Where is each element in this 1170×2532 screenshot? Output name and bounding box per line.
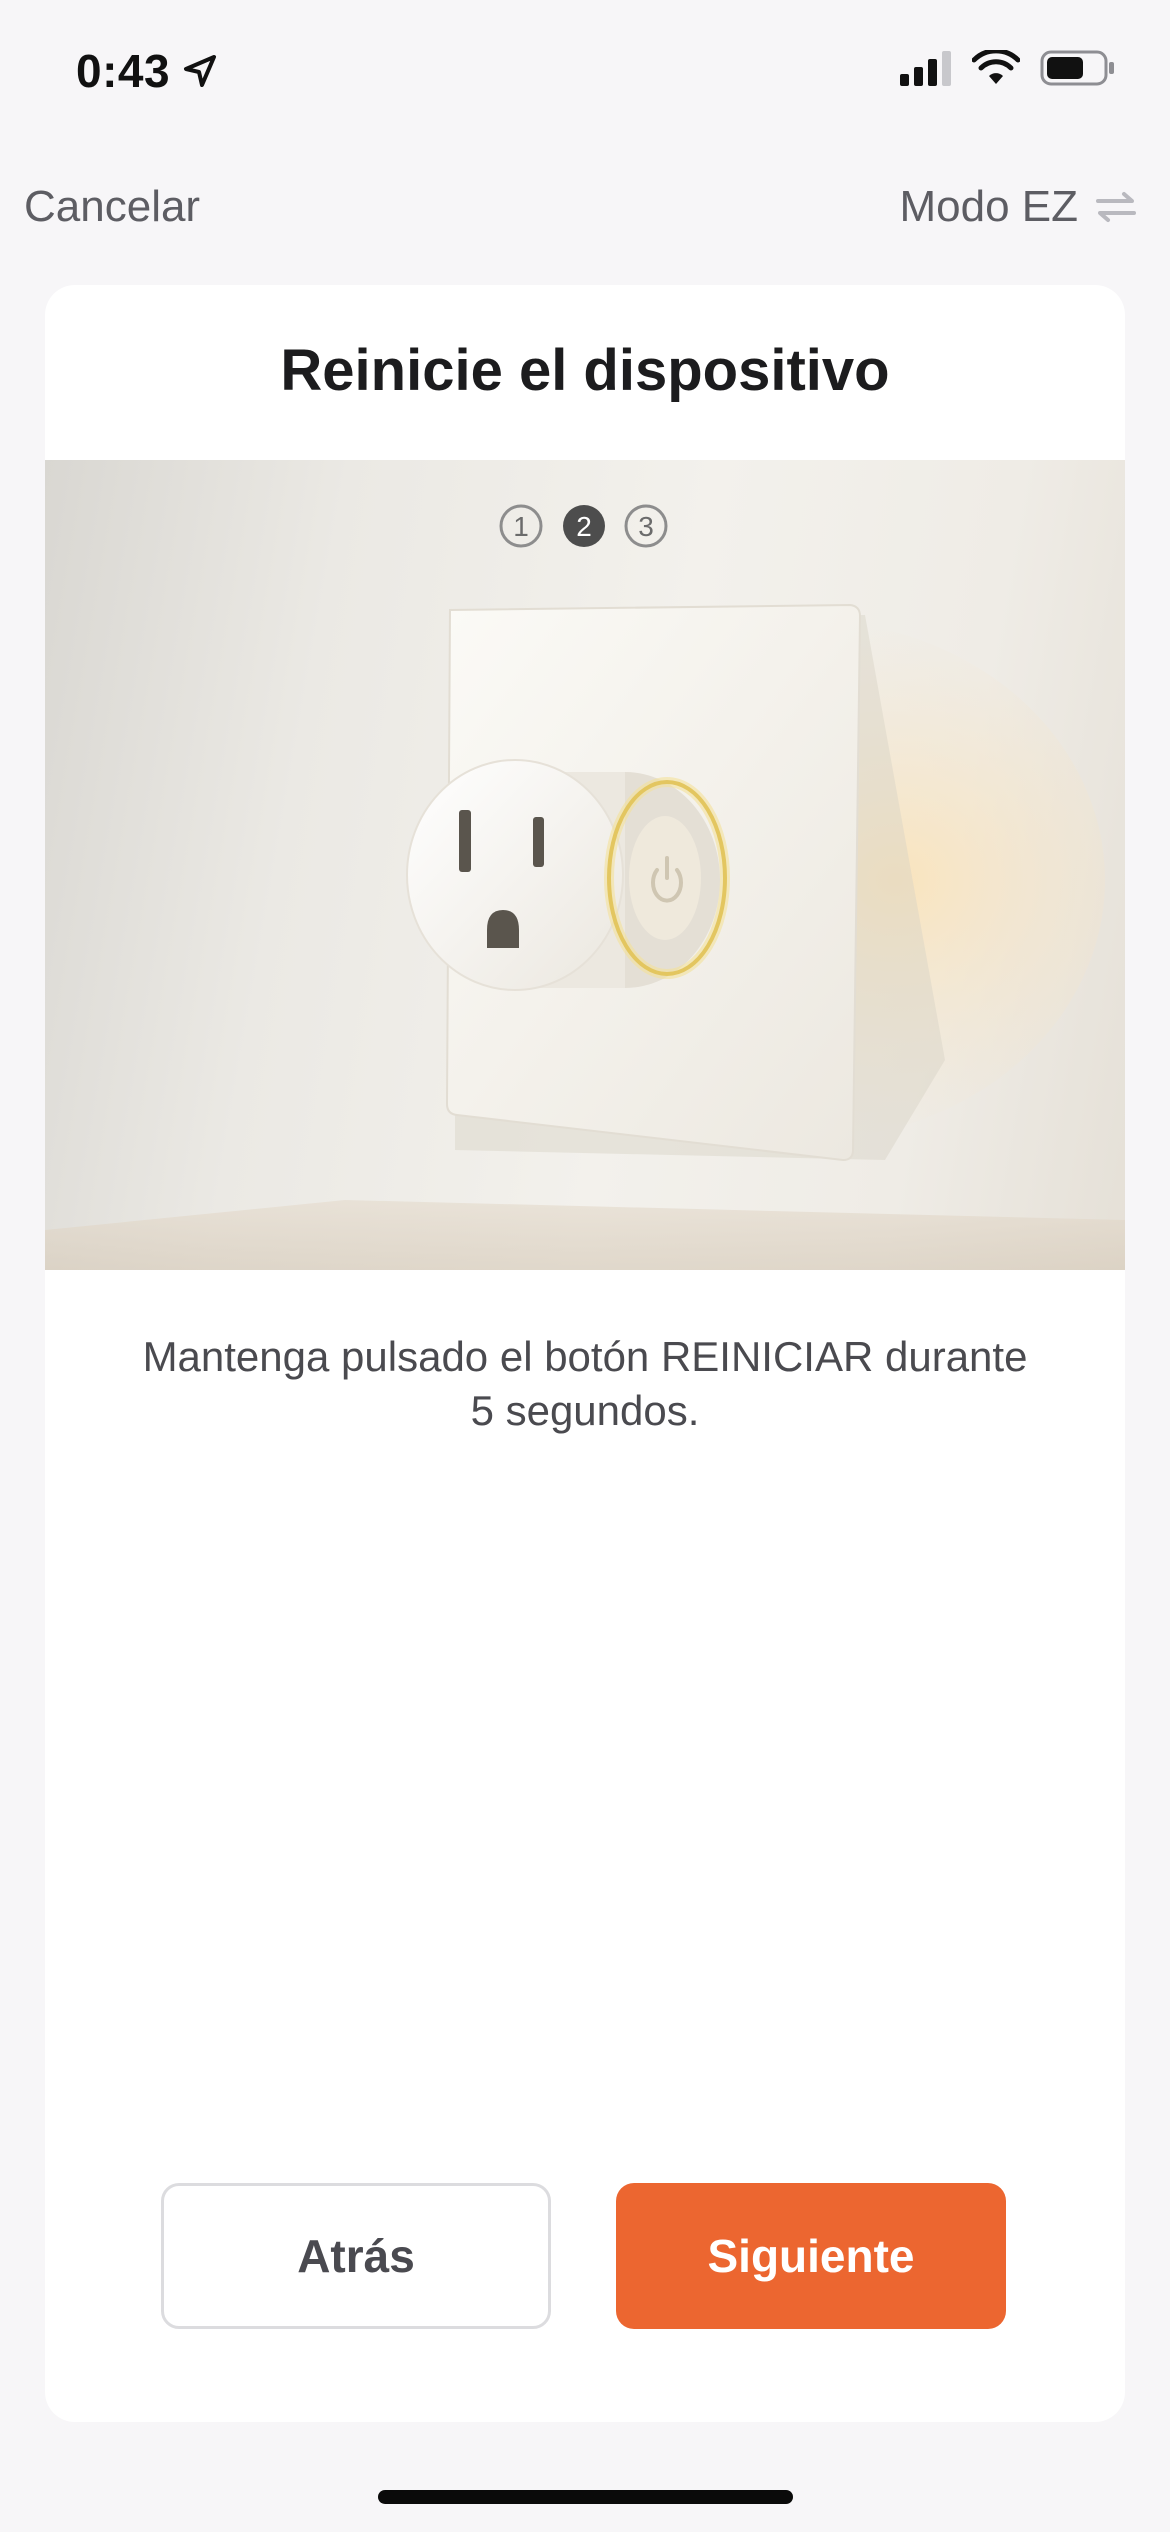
navigation-bar: Cancelar Modo EZ — [0, 170, 1170, 250]
location-arrow-icon — [184, 55, 217, 87]
status-icons — [900, 50, 1116, 86]
step-3-indicator: 3 — [624, 504, 668, 548]
cancel-button[interactable]: Cancelar — [24, 182, 200, 232]
step-1-label: 1 — [513, 511, 529, 542]
step-indicator: 1 2 3 — [499, 504, 668, 548]
status-time: 0:43 — [76, 45, 171, 97]
device-reset-illustration: 1 2 3 — [45, 460, 1125, 1270]
screen: 0:43 Cancelar Modo EZ Reinicie el dispos… — [0, 0, 1170, 2532]
step-2-label: 2 — [576, 511, 592, 542]
cellular-signal-icon — [900, 51, 951, 86]
mode-switch-button[interactable]: Modo EZ — [899, 182, 1138, 232]
next-button[interactable]: Siguiente — [616, 2183, 1006, 2329]
step-2-indicator: 2 — [563, 505, 605, 547]
mode-label: Modo EZ — [899, 182, 1078, 231]
step-3-label: 3 — [638, 511, 654, 542]
home-indicator — [378, 2490, 793, 2504]
back-button[interactable]: Atrás — [161, 2183, 551, 2329]
instruction-text: Mantenga pulsado el botón REINICIAR dura… — [142, 1333, 1028, 1434]
battery-icon — [1040, 50, 1114, 86]
reset-instructions-card: Reinicie el dispositivo 1 2 3 Mantenga p… — [45, 285, 1125, 2422]
smart-plug-image — [45, 603, 1125, 1270]
status-time-group: 0:43 — [76, 44, 220, 98]
wifi-icon — [972, 50, 1020, 84]
status-bar: 0:43 — [0, 0, 1170, 150]
step-1-indicator: 1 — [499, 504, 543, 548]
card-title: Reinicie el dispositivo — [280, 338, 890, 403]
swap-arrows-icon — [1096, 192, 1136, 222]
